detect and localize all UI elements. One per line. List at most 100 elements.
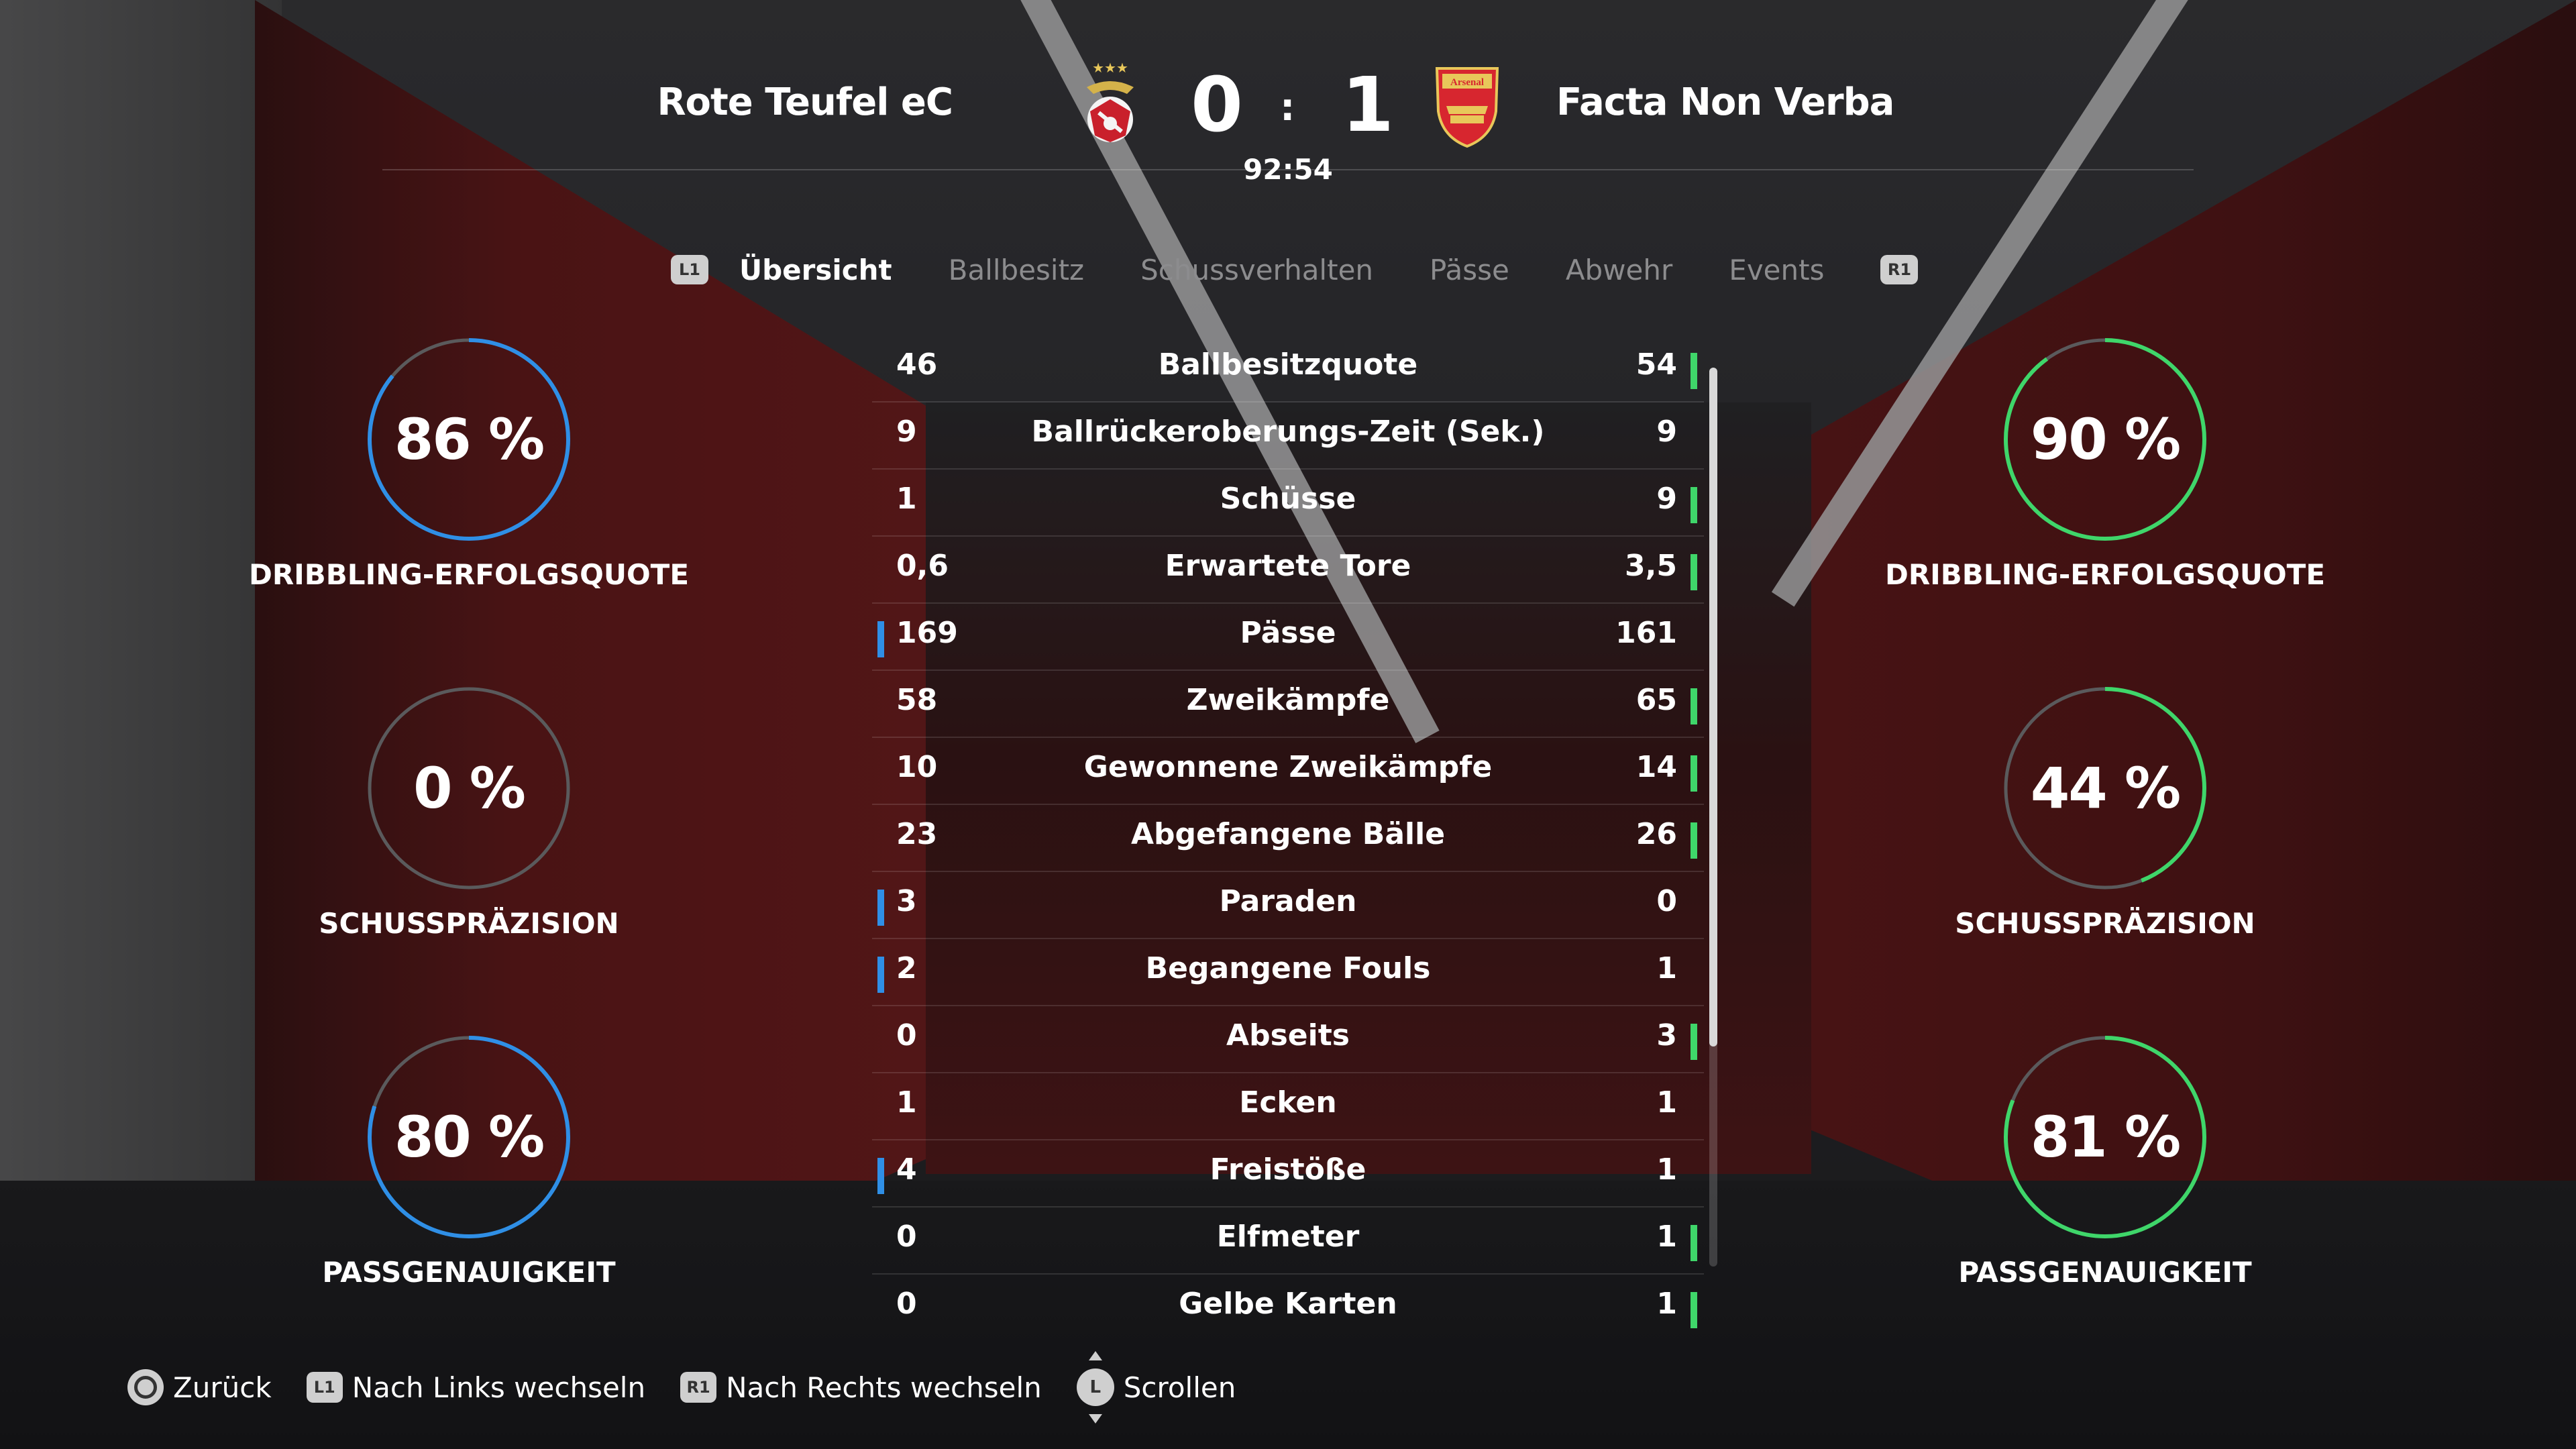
away-stat-value: 1	[1656, 1220, 1677, 1254]
arsenal-crest-icon: Arsenal	[1435, 67, 1499, 148]
r1-button-icon[interactable]: R1	[680, 1372, 717, 1403]
back-label[interactable]: Zurück	[173, 1371, 272, 1404]
stat-row: 23 Abgefangene Bälle 26	[872, 805, 1704, 872]
away-ring-shot-accuracy: 44 %	[2001, 684, 2209, 892]
tab-paesse[interactable]: Pässe	[1430, 254, 1509, 286]
home-ring-pass-accuracy: 80 %	[365, 1033, 573, 1241]
stat-name: Pässe	[1240, 616, 1336, 650]
away-stat-value: 26	[1635, 817, 1677, 851]
tab-abwehr[interactable]: Abwehr	[1566, 254, 1672, 286]
ring-value: 90 %	[2030, 407, 2181, 472]
away-stat-value: 9	[1656, 415, 1677, 449]
scroll-label[interactable]: Scrollen	[1124, 1371, 1236, 1404]
stat-name: Ballbesitzquote	[1158, 347, 1418, 382]
stat-name: Zweikämpfe	[1186, 683, 1390, 717]
stat-name: Erwartete Tore	[1165, 549, 1411, 583]
tab-schussverhalten[interactable]: Schussverhalten	[1140, 254, 1373, 286]
left-stick-icon[interactable]: L	[1076, 1351, 1114, 1424]
stats-scrollbar-thumb[interactable]	[1709, 368, 1717, 1046]
away-ring-pass-accuracy: 81 %	[2001, 1033, 2209, 1241]
controls-footer: Zurück L1 Nach Links wechseln R1 Nach Re…	[127, 1351, 1271, 1424]
stat-row: 2 Begangene Fouls 1	[872, 939, 1704, 1006]
away-ring-dribbling: 90 %	[2001, 335, 2209, 543]
home-score: 0	[1191, 62, 1243, 149]
away-lead-bar	[1690, 487, 1697, 523]
stat-row: 0 Abseits 3	[872, 1006, 1704, 1073]
ring-label: SCHUSSPRÄZISION	[319, 907, 619, 940]
ring-value: 0 %	[413, 755, 526, 821]
away-stat-value: 1	[1656, 1152, 1677, 1187]
circle-button-icon[interactable]	[127, 1369, 164, 1405]
away-lead-bar	[1690, 1225, 1697, 1261]
stat-row: 0,6 Erwartete Tore 3,5	[872, 537, 1704, 604]
stat-row: 3 Paraden 0	[872, 872, 1704, 939]
away-stat-value: 0	[1656, 884, 1677, 918]
away-stat-value: 3	[1656, 1018, 1677, 1053]
svg-text:★★★: ★★★	[1092, 60, 1128, 76]
stat-row: 46 Ballbesitzquote 54	[872, 335, 1704, 402]
l1-button-icon[interactable]: L1	[671, 255, 708, 284]
stat-row: 1 Schüsse 9	[872, 470, 1704, 537]
tab-events[interactable]: Events	[1729, 254, 1824, 286]
ring-label: SCHUSSPRÄZISION	[1955, 907, 2255, 940]
stat-row: 0 Gelbe Karten 1	[872, 1275, 1704, 1340]
away-score: 1	[1342, 62, 1394, 149]
away-lead-bar	[1690, 688, 1697, 724]
stat-name: Ecken	[1239, 1085, 1337, 1120]
away-lead-bar	[1690, 822, 1697, 859]
header-divider	[382, 169, 2194, 170]
away-lead-bar	[1690, 554, 1697, 590]
away-stat-value: 54	[1635, 347, 1677, 382]
away-team-name: Facta Non Verba	[1556, 80, 1894, 124]
away-stat-value: 65	[1635, 683, 1677, 717]
arsenal-crest-text: Arsenal	[1450, 77, 1484, 88]
home-ring-shot-accuracy: 0 %	[365, 684, 573, 892]
away-lead-bar	[1690, 755, 1697, 792]
away-stat-value: 3,5	[1625, 549, 1677, 583]
stat-name: Schüsse	[1220, 482, 1356, 516]
ring-label: PASSGENAUIGKEIT	[322, 1256, 616, 1289]
stat-name: Abgefangene Bälle	[1130, 817, 1446, 851]
stat-name: Paraden	[1219, 884, 1357, 918]
stat-name: Gelbe Karten	[1179, 1287, 1397, 1321]
ring-value: 44 %	[2030, 755, 2181, 821]
r1-button-icon[interactable]: R1	[1880, 255, 1919, 284]
switch-left-label[interactable]: Nach Links wechseln	[352, 1371, 645, 1404]
away-lead-bar	[1690, 1024, 1697, 1060]
away-stat-value: 1	[1656, 951, 1677, 985]
away-stat-value: 1	[1656, 1085, 1677, 1120]
stat-row: 4 Freistöße 1	[872, 1140, 1704, 1208]
away-stat-value: 9	[1656, 482, 1677, 516]
stat-row: 58 Zweikämpfe 65	[872, 671, 1704, 738]
home-team-name: Rote Teufel eC	[657, 80, 953, 124]
ring-value: 81 %	[2030, 1104, 2181, 1170]
away-stat-value: 1	[1656, 1287, 1677, 1321]
away-lead-bar	[1690, 353, 1697, 389]
stat-name: Begangene Fouls	[1145, 951, 1431, 985]
benfica-crest-icon: ★★★	[1087, 60, 1134, 142]
stat-name: Abseits	[1226, 1018, 1350, 1053]
stat-row: 10 Gewonnene Zweikämpfe 14	[872, 738, 1704, 805]
stats-tab-bar: L1 Übersicht Ballbesitz Schussverhalten …	[671, 243, 1919, 297]
stat-name: Ballrückeroberungs-Zeit (Sek.)	[1031, 415, 1545, 449]
switch-right-label[interactable]: Nach Rechts wechseln	[726, 1371, 1042, 1404]
ring-label: DRIBBLING-ERFOLGSQUOTE	[248, 558, 690, 591]
tab-ballbesitz[interactable]: Ballbesitz	[949, 254, 1084, 286]
l1-button-icon[interactable]: L1	[306, 1372, 343, 1403]
stats-table: 46 Ballbesitzquote 54 9 Ballrückeroberungs-…	[872, 335, 1704, 1340]
ring-value: 80 %	[394, 1104, 545, 1170]
score-separator: :	[1280, 86, 1295, 129]
away-lead-bar	[1690, 1292, 1697, 1328]
stat-row: 169 Pässe 161	[872, 604, 1704, 671]
ring-label: DRIBBLING-ERFOLGSQUOTE	[1884, 558, 2326, 591]
away-stat-value: 161	[1615, 616, 1677, 650]
stat-row: 9 Ballrückeroberungs-Zeit (Sek.) 9	[872, 402, 1704, 470]
stat-name: Elfmeter	[1216, 1220, 1360, 1254]
scoreboard-header: Rote Teufel eC ★★★ 0 : 1 Arsenal Facta N…	[376, 54, 2200, 188]
tab-uebersicht[interactable]: Übersicht	[739, 254, 892, 286]
ring-label: PASSGENAUIGKEIT	[1958, 1256, 2252, 1289]
away-stat-value: 14	[1635, 750, 1677, 784]
stat-name: Freistöße	[1210, 1152, 1366, 1187]
stat-row: 1 Ecken 1	[872, 1073, 1704, 1140]
stat-row: 0 Elfmeter 1	[872, 1208, 1704, 1275]
